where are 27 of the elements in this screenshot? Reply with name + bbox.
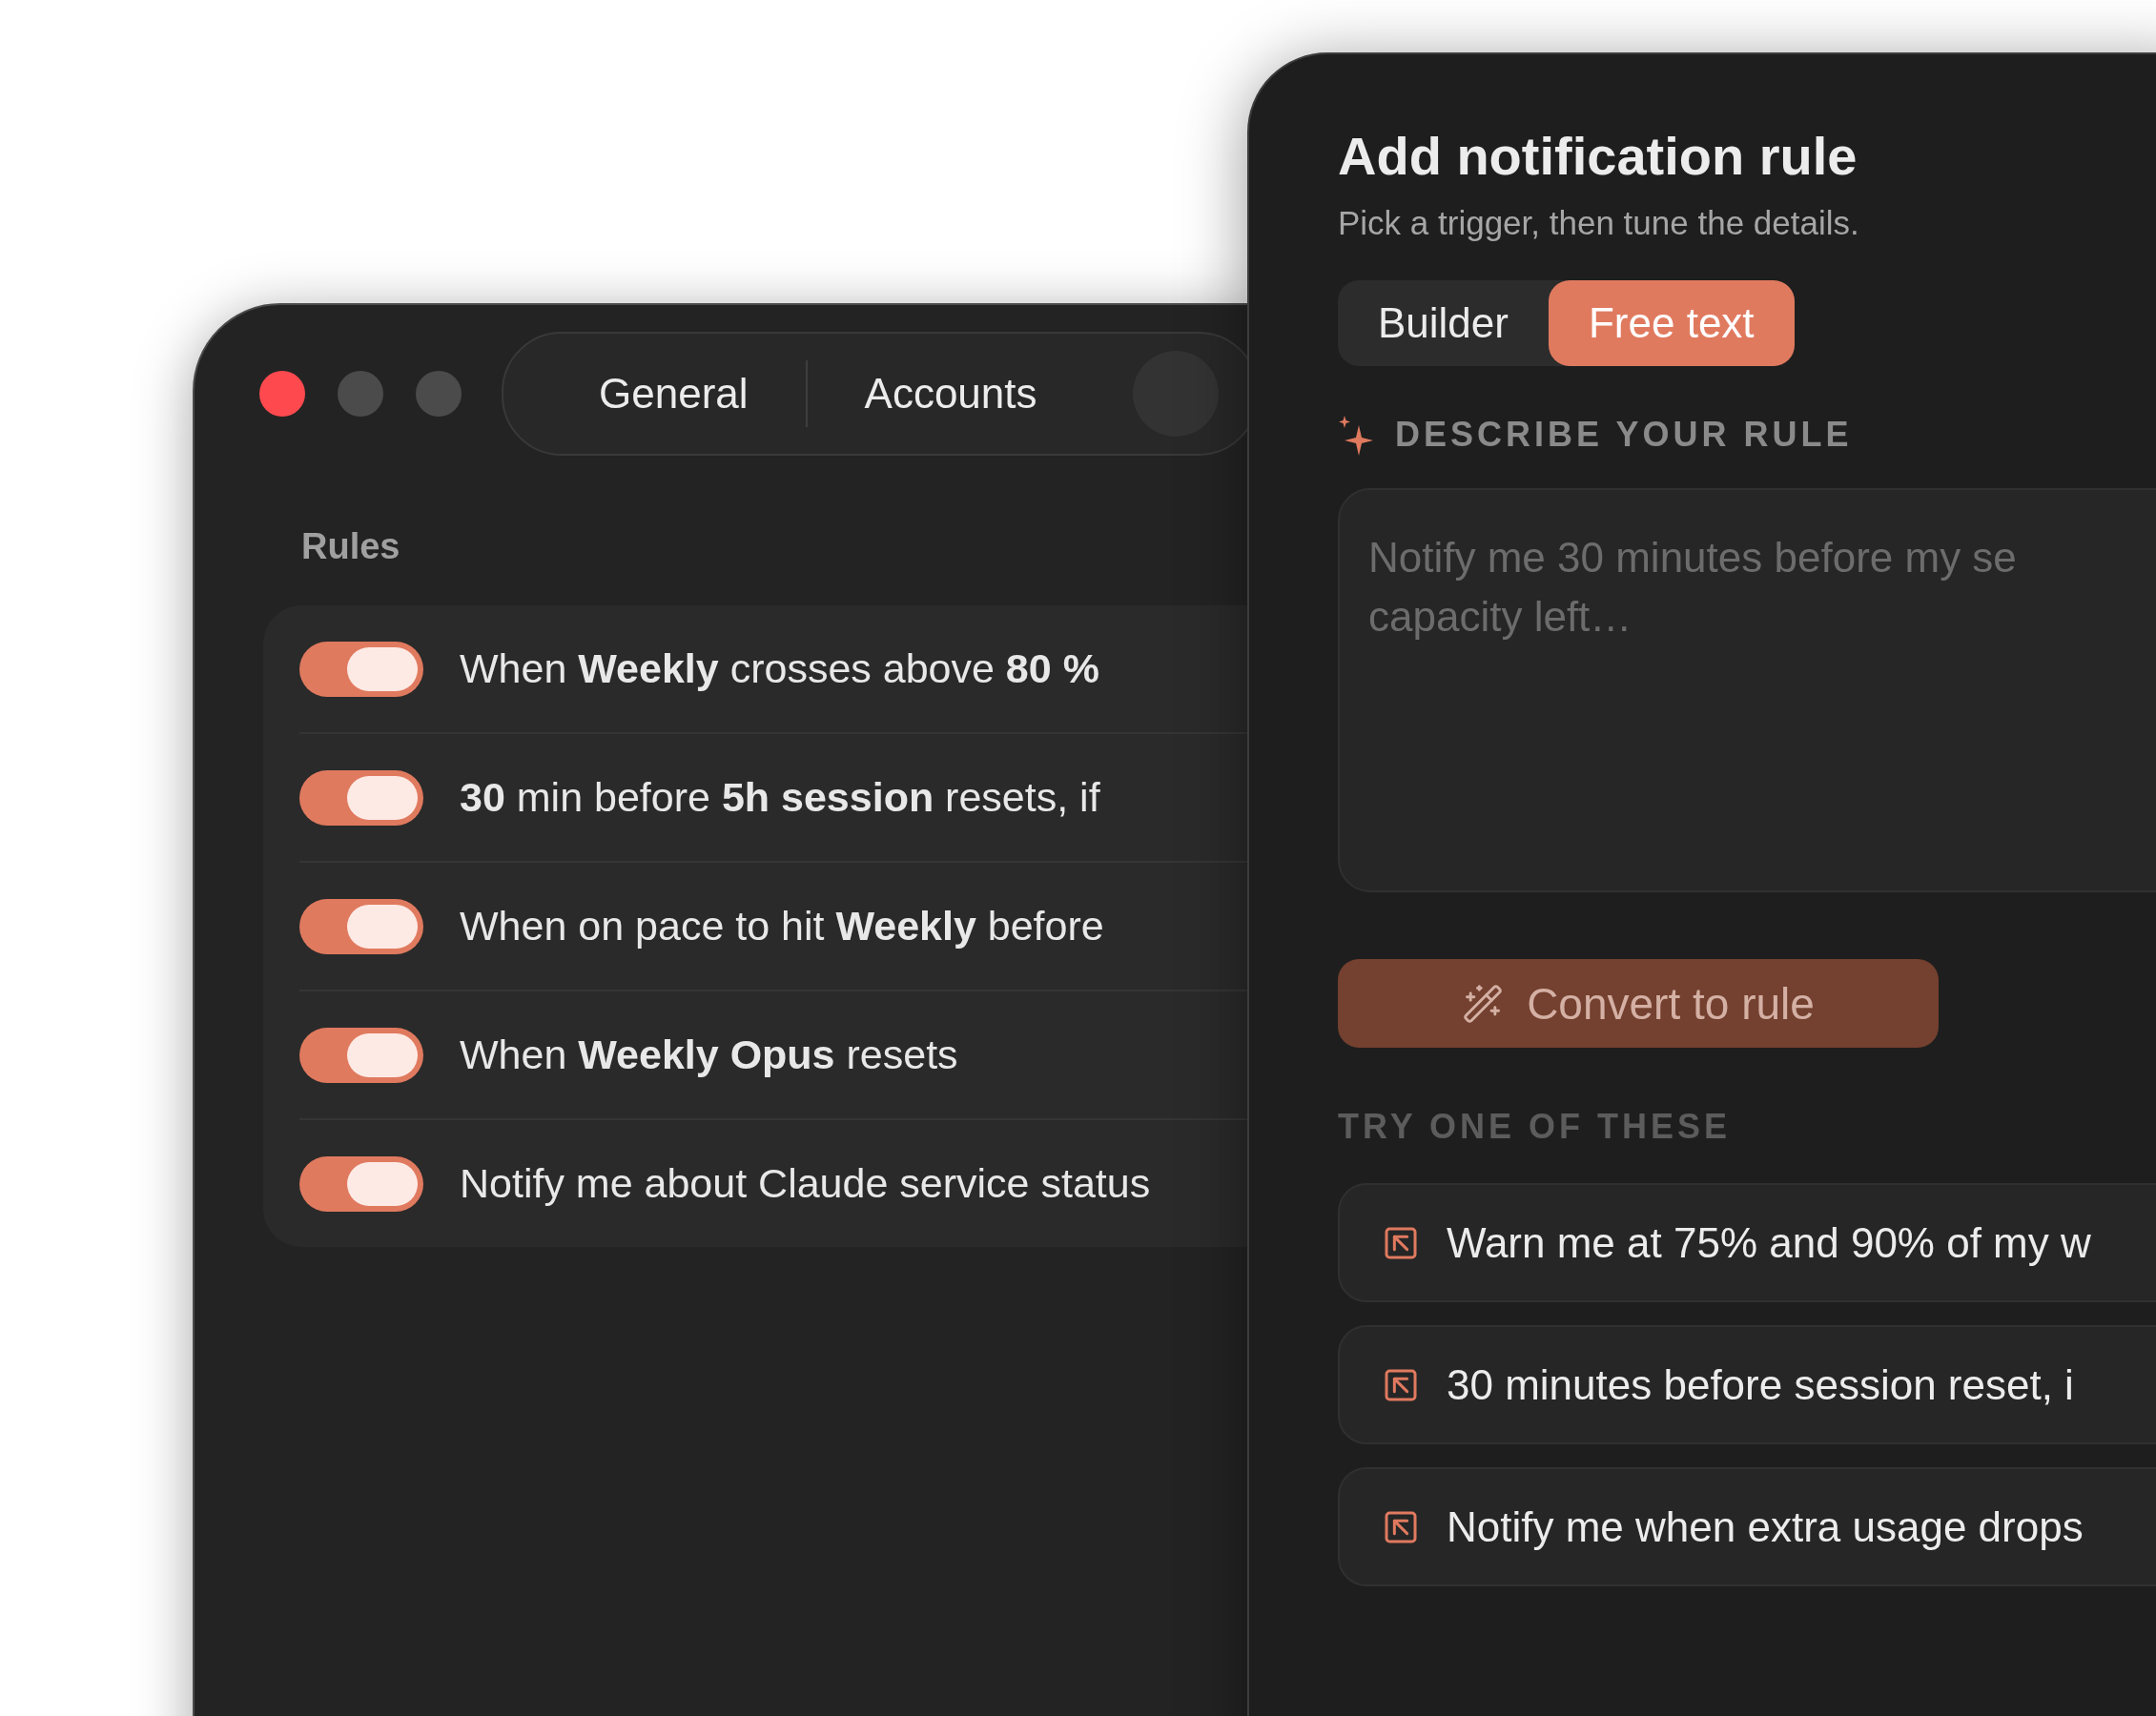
rule-text: Notify me about Claude service status xyxy=(460,1160,1151,1207)
rule-text: 30 min before 5h session resets, if xyxy=(460,774,1100,821)
suggestion-card[interactable]: Notify me when extra usage drops xyxy=(1338,1467,2156,1586)
wand-icon xyxy=(1462,982,1505,1025)
suggestion-card[interactable]: 30 minutes before session reset, i xyxy=(1338,1325,2156,1444)
toggle-switch[interactable] xyxy=(299,641,423,697)
suggestion-card[interactable]: Warn me at 75% and 90% of my w xyxy=(1338,1183,2156,1302)
tab[interactable]: Accounts xyxy=(807,355,1095,433)
toggle-switch[interactable] xyxy=(299,1027,423,1083)
suggestion-text: Warn me at 75% and 90% of my w xyxy=(1447,1218,2091,1267)
rule-text: When Weekly crosses above 80 % xyxy=(460,645,1099,692)
tab[interactable]: General xyxy=(542,355,806,433)
toggle-switch[interactable] xyxy=(299,769,423,826)
toggle-switch[interactable] xyxy=(299,898,423,954)
rule-text: When Weekly Opus resets xyxy=(460,1032,958,1078)
toggle-switch[interactable] xyxy=(299,1155,423,1212)
dialog-title: Add notification rule xyxy=(1338,125,1858,187)
description-field[interactable]: Notify me 30 minutes before my se capacity left… xyxy=(1338,488,2156,892)
section-label: DESCRIBE YOUR RULE xyxy=(1395,415,1853,455)
suggestion-text: 30 minutes before session reset, i xyxy=(1447,1360,2074,1409)
dialog-subtitle: Pick a trigger, then tune the details. xyxy=(1338,204,1860,242)
rule-text: When on pace to hit Weekly before xyxy=(460,903,1104,950)
section-label: TRY ONE OF THESE xyxy=(1338,1107,1732,1147)
suggestion-text: Notify me when extra usage drops xyxy=(1447,1502,2084,1551)
section-label: Rules xyxy=(301,526,401,567)
mode-tab[interactable]: Builder xyxy=(1338,280,1549,366)
close-button[interactable] xyxy=(259,371,305,417)
